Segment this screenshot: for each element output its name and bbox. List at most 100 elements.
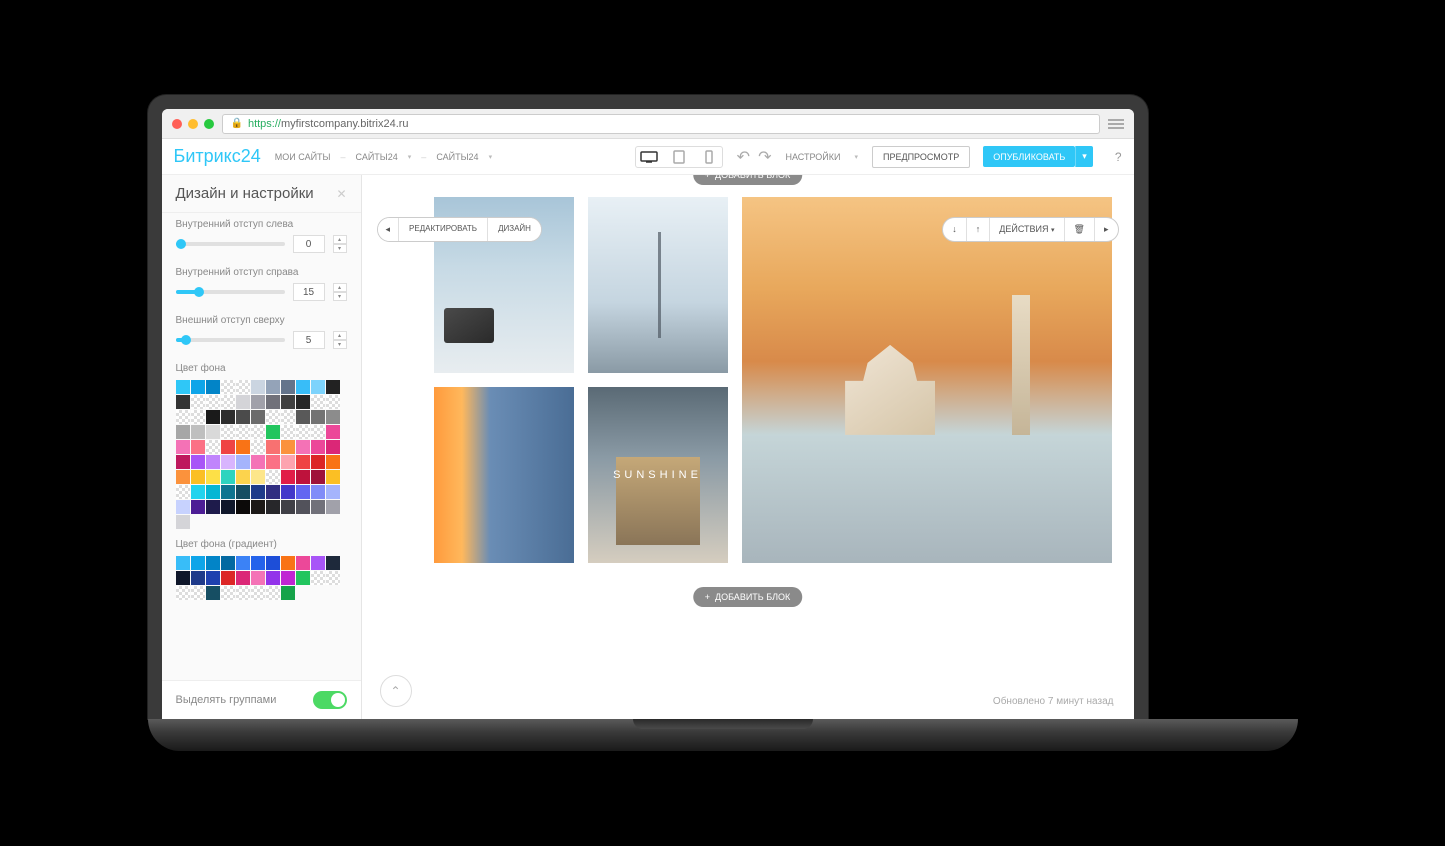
color-swatch[interactable] <box>236 380 250 394</box>
color-swatch[interactable] <box>281 440 295 454</box>
logo[interactable]: Битрикс24 <box>174 146 261 167</box>
breadcrumb-item[interactable]: САЙТЫ24 <box>356 152 398 162</box>
value-input[interactable] <box>293 235 325 253</box>
color-swatch[interactable] <box>266 410 280 424</box>
slider-track[interactable] <box>176 290 285 294</box>
color-swatch[interactable] <box>266 571 280 585</box>
color-swatch[interactable] <box>296 485 310 499</box>
color-swatch[interactable] <box>221 395 235 409</box>
color-swatch[interactable] <box>236 440 250 454</box>
color-swatch[interactable] <box>311 455 325 469</box>
color-swatch[interactable] <box>176 455 190 469</box>
color-swatch[interactable] <box>176 500 190 514</box>
color-swatch[interactable] <box>191 500 205 514</box>
color-swatch[interactable] <box>206 455 220 469</box>
step-up-icon[interactable]: ▴ <box>333 283 347 292</box>
tablet-icon[interactable] <box>668 149 690 165</box>
color-swatch[interactable] <box>206 586 220 600</box>
color-swatch[interactable] <box>266 455 280 469</box>
color-swatch[interactable] <box>236 586 250 600</box>
close-window[interactable] <box>172 119 182 129</box>
color-swatch[interactable] <box>236 556 250 570</box>
group-select-toggle[interactable] <box>313 691 347 709</box>
color-swatch[interactable] <box>206 380 220 394</box>
color-swatch[interactable] <box>266 470 280 484</box>
color-swatch[interactable] <box>266 440 280 454</box>
color-swatch[interactable] <box>221 380 235 394</box>
gallery-image[interactable] <box>742 197 1112 563</box>
color-swatch[interactable] <box>191 571 205 585</box>
color-swatch[interactable] <box>206 425 220 439</box>
color-swatch[interactable] <box>176 556 190 570</box>
color-swatch[interactable] <box>326 556 340 570</box>
publish-dropdown[interactable]: ▾ <box>1075 146 1093 167</box>
gallery-image[interactable] <box>588 197 728 373</box>
slider-track[interactable] <box>176 242 285 246</box>
gallery-image[interactable] <box>434 387 574 563</box>
color-swatch[interactable] <box>311 380 325 394</box>
color-swatch[interactable] <box>191 425 205 439</box>
color-swatch[interactable] <box>311 395 325 409</box>
color-swatch[interactable] <box>176 440 190 454</box>
color-swatch[interactable] <box>326 380 340 394</box>
color-swatch[interactable] <box>191 485 205 499</box>
add-block-button[interactable]: +ДОБАВИТЬ БЛОК <box>693 175 803 185</box>
undo-icon[interactable]: ↶ <box>737 147 750 167</box>
color-swatch[interactable] <box>206 440 220 454</box>
value-input[interactable] <box>293 331 325 349</box>
color-swatch[interactable] <box>221 556 235 570</box>
color-swatch[interactable] <box>206 556 220 570</box>
color-swatch[interactable] <box>311 470 325 484</box>
color-swatch[interactable] <box>326 455 340 469</box>
color-swatch[interactable] <box>311 485 325 499</box>
scroll-top-button[interactable]: ⌃ <box>380 675 412 707</box>
color-swatch[interactable] <box>221 440 235 454</box>
step-down-icon[interactable]: ▾ <box>333 244 347 253</box>
step-up-icon[interactable]: ▴ <box>333 331 347 340</box>
color-swatch[interactable] <box>176 470 190 484</box>
color-swatch[interactable] <box>296 470 310 484</box>
color-swatch[interactable] <box>311 425 325 439</box>
color-swatch[interactable] <box>281 586 295 600</box>
color-swatch[interactable] <box>296 410 310 424</box>
color-swatch[interactable] <box>236 425 250 439</box>
add-block-button[interactable]: +ДОБАВИТЬ БЛОК <box>693 587 803 607</box>
help-icon[interactable]: ? <box>1115 150 1122 164</box>
color-swatch[interactable] <box>221 410 235 424</box>
edit-button[interactable]: РЕДАКТИРОВАТЬ <box>399 218 488 241</box>
color-swatch[interactable] <box>281 395 295 409</box>
color-swatch[interactable] <box>176 410 190 424</box>
color-swatch[interactable] <box>191 380 205 394</box>
chevron-left-icon[interactable]: ◂ <box>378 218 400 241</box>
color-swatch[interactable] <box>311 410 325 424</box>
color-swatch[interactable] <box>326 395 340 409</box>
color-swatch[interactable] <box>191 410 205 424</box>
color-swatch[interactable] <box>221 455 235 469</box>
color-swatch[interactable] <box>296 380 310 394</box>
step-up-icon[interactable]: ▴ <box>333 235 347 244</box>
color-swatch[interactable] <box>281 455 295 469</box>
preview-button[interactable]: ПРЕДПРОСМОТР <box>872 146 970 168</box>
desktop-icon[interactable] <box>638 149 660 165</box>
color-swatch[interactable] <box>296 395 310 409</box>
breadcrumb-item[interactable]: МОИ САЙТЫ <box>275 152 331 162</box>
color-swatch[interactable] <box>281 571 295 585</box>
color-swatch[interactable] <box>281 556 295 570</box>
color-swatch[interactable] <box>176 571 190 585</box>
color-swatch[interactable] <box>296 556 310 570</box>
color-swatch[interactable] <box>251 485 265 499</box>
color-swatch[interactable] <box>206 470 220 484</box>
color-swatch[interactable] <box>221 470 235 484</box>
color-swatch[interactable] <box>236 500 250 514</box>
color-swatch[interactable] <box>251 410 265 424</box>
color-swatch[interactable] <box>251 440 265 454</box>
color-swatch[interactable] <box>206 410 220 424</box>
mobile-icon[interactable] <box>698 149 720 165</box>
color-swatch[interactable] <box>176 485 190 499</box>
redo-icon[interactable]: ↷ <box>758 147 771 167</box>
color-swatch[interactable] <box>176 380 190 394</box>
color-swatch[interactable] <box>236 470 250 484</box>
color-swatch[interactable] <box>176 515 190 529</box>
color-swatch[interactable] <box>191 455 205 469</box>
color-swatch[interactable] <box>176 425 190 439</box>
